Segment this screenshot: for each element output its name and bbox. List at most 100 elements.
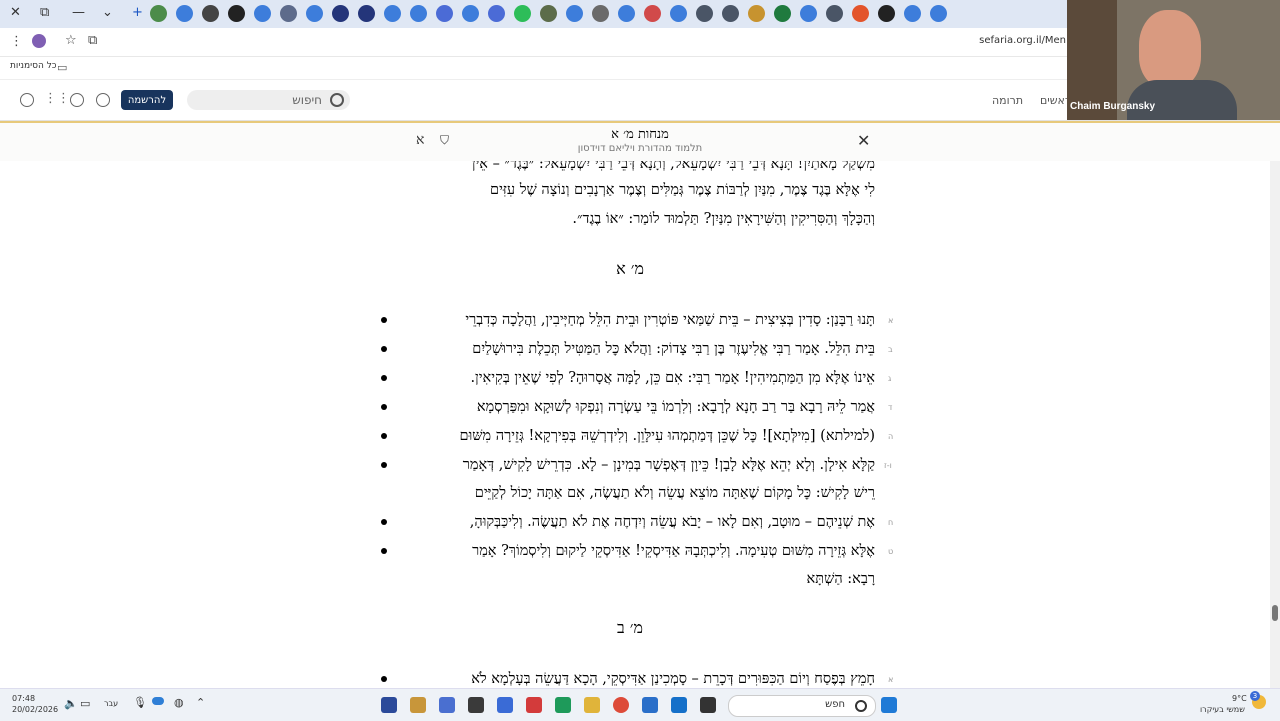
language-globe-icon[interactable] xyxy=(70,93,84,107)
tab-favicon[interactable] xyxy=(436,5,453,22)
taskbar-app-icon[interactable] xyxy=(700,697,716,713)
install-app-icon[interactable]: ⧉ xyxy=(88,33,97,48)
tab-favicon[interactable] xyxy=(332,5,349,22)
dropdown-tabs-icon[interactable]: ⌄ xyxy=(102,5,113,20)
taskbar-chrome-icon[interactable] xyxy=(613,697,629,713)
help-icon[interactable] xyxy=(96,93,110,107)
network-icon[interactable]: ▭ xyxy=(80,697,90,710)
new-tab-icon[interactable]: + xyxy=(132,5,143,20)
signup-button[interactable]: להרשמה xyxy=(121,90,173,110)
tab-favicon[interactable] xyxy=(176,5,193,22)
taskbar-search-label: חפש xyxy=(825,699,845,710)
tab-favicon[interactable] xyxy=(280,5,297,22)
text-line[interactable]: לִי אֶלָּא בֶּגֶד צֶמֶר, מִנַּיִן לְרַבּ… xyxy=(405,176,875,205)
text-line[interactable]: וְהַכָּלָךְ וְהַסִּרִיקִין וְהַשִּׁירָאִ… xyxy=(405,205,875,234)
minimize-window-icon[interactable]: — xyxy=(72,5,85,20)
tab-favicon[interactable] xyxy=(774,5,791,22)
all-bookmarks-link[interactable]: כל הסימניות xyxy=(10,61,57,71)
tab-favicon[interactable] xyxy=(566,5,583,22)
close-window-icon[interactable]: ✕ xyxy=(10,5,21,20)
tab-favicon[interactable] xyxy=(254,5,271,22)
language-indicator[interactable]: עבר xyxy=(104,699,118,708)
reader-panel[interactable]: מִשְׁקַל מָאתַיִן! תָּנָא דְּבֵי רַבִּי … xyxy=(0,161,1270,688)
segment-line[interactable]: אֲמַר לֵיהּ רָבָא בַּר רַב חָנָא לְרָבָא… xyxy=(405,393,875,421)
tab-favicon[interactable] xyxy=(540,5,557,22)
weather-temp[interactable]: 9°C xyxy=(1232,694,1247,703)
notification-badge[interactable]: 3 xyxy=(1250,691,1260,701)
search-input[interactable]: חיפוש xyxy=(292,93,322,107)
tab-favicon[interactable] xyxy=(852,5,869,22)
tab-favicon[interactable] xyxy=(410,5,427,22)
taskbar-app-icon[interactable] xyxy=(439,697,455,713)
segment-line[interactable]: תָּנוּ רַבָּנַן: סָדִין בְּצִיצִית – בֵּ… xyxy=(405,306,875,334)
bookmark-icon[interactable]: ⛉ xyxy=(440,133,449,148)
tab-favicon[interactable] xyxy=(592,5,609,22)
user-profile-icon[interactable] xyxy=(20,93,34,107)
tab-favicon[interactable] xyxy=(670,5,687,22)
taskbar-app-icon[interactable] xyxy=(381,697,397,713)
taskbar-search[interactable]: חפש xyxy=(728,695,876,717)
segment-line[interactable]: בֵּית הִלֵּל. אָמַר רַבִּי אֱלִיעֶזֶר בֶ… xyxy=(405,335,875,363)
tab-favicon[interactable] xyxy=(150,5,167,22)
tray-app-icon[interactable]: ◍ xyxy=(174,696,184,709)
tab-favicon[interactable] xyxy=(800,5,817,22)
volume-icon[interactable]: 🔈 xyxy=(64,697,78,710)
tab-favicon[interactable] xyxy=(384,5,401,22)
segment-line[interactable]: קַלָּא אִילָן. וְלָא יְהֵא אֶלָּא לָבָן!… xyxy=(405,451,875,479)
segment-number: א xyxy=(888,316,894,325)
segment-line[interactable]: רֵישׁ לָקִישׁ: כׇּל מָקוֹם שֶׁאַתָּה מוֹ… xyxy=(405,479,875,507)
participant-shirt xyxy=(1127,80,1237,120)
segment-line[interactable]: אֵינוֹ אֶלָּא מִן הַמַּתְמִיהִין! אָמַר … xyxy=(405,364,875,392)
taskbar-app-icon[interactable] xyxy=(526,697,542,713)
search-icon[interactable] xyxy=(330,93,344,107)
tab-favicon[interactable] xyxy=(358,5,375,22)
apps-grid-icon[interactable]: ⋮⋮ xyxy=(44,91,70,106)
taskbar-app-icon[interactable] xyxy=(584,697,600,713)
segment-line[interactable]: אֶת שְׁנֵיהֶם – מוּטָב, וְאִם לָאו – יָב… xyxy=(405,508,875,536)
nav-donate-link[interactable]: תרומה xyxy=(992,94,1023,107)
taskbar-app-icon[interactable] xyxy=(410,697,426,713)
text-title[interactable]: מנחות מ׳ א xyxy=(540,126,740,142)
tab-favicon[interactable] xyxy=(878,5,895,22)
tab-favicon[interactable] xyxy=(644,5,661,22)
tab-favicon[interactable] xyxy=(826,5,843,22)
tab-favicon[interactable] xyxy=(618,5,635,22)
font-size-toggle[interactable]: א xyxy=(416,132,424,149)
restore-window-icon[interactable]: ⧉ xyxy=(40,5,49,20)
tab-favicon[interactable] xyxy=(228,5,245,22)
bookmark-star-icon[interactable]: ☆ xyxy=(65,33,77,48)
tray-overflow-icon[interactable]: ⌃ xyxy=(196,696,205,709)
clock-date[interactable]: 20/02/2026 xyxy=(12,705,58,714)
microphone-icon[interactable]: 🎙 xyxy=(133,696,147,709)
reader-scrollbar[interactable] xyxy=(1270,161,1280,688)
tab-favicon[interactable] xyxy=(748,5,765,22)
tab-favicon[interactable] xyxy=(722,5,739,22)
segment-line[interactable]: (למילתא) [מִילְּתָא]! כׇּל שֶׁכֵּן דְּמַ… xyxy=(405,422,875,450)
close-icon[interactable]: ✕ xyxy=(857,131,870,150)
address-bar[interactable]: sefaria.org.il/Men xyxy=(979,35,1066,46)
tab-favicon[interactable] xyxy=(306,5,323,22)
weather-text[interactable]: שמשי בעיקרו xyxy=(1200,705,1245,714)
clock-time[interactable]: 07:48 xyxy=(12,694,35,703)
start-menu-icon[interactable] xyxy=(881,697,897,713)
taskbar-app-icon[interactable] xyxy=(671,697,687,713)
tab-favicon[interactable] xyxy=(462,5,479,22)
taskbar-app-icon[interactable] xyxy=(468,697,484,713)
tab-favicon[interactable] xyxy=(696,5,713,22)
tab-favicon[interactable] xyxy=(488,5,505,22)
cloud-icon[interactable] xyxy=(152,697,164,705)
tab-favicon[interactable] xyxy=(514,5,531,22)
taskbar-app-icon[interactable] xyxy=(555,697,571,713)
segment-line[interactable]: אֶלָּא גְּזֵירָה מִשּׁוּם טְעִימָה. וְלִ… xyxy=(405,537,875,565)
tab-favicon[interactable] xyxy=(904,5,921,22)
segment-line[interactable]: רָבָא: הַשְׁתָּא xyxy=(405,565,875,593)
segment-line[interactable]: חָמֵץ בְּפֶסַח וְיוֹם הַכִּפּוּרִים דְּכ… xyxy=(405,665,875,688)
menu-dots-icon[interactable]: ⋮ xyxy=(10,34,23,49)
taskbar-app-icon[interactable] xyxy=(497,697,513,713)
taskbar-app-icon[interactable] xyxy=(642,697,658,713)
profile-avatar-icon[interactable] xyxy=(32,34,46,48)
tab-favicon[interactable] xyxy=(202,5,219,22)
search-box[interactable]: חיפוש xyxy=(187,90,350,110)
tab-favicon[interactable] xyxy=(930,5,947,22)
scrollbar-thumb[interactable] xyxy=(1272,605,1278,621)
